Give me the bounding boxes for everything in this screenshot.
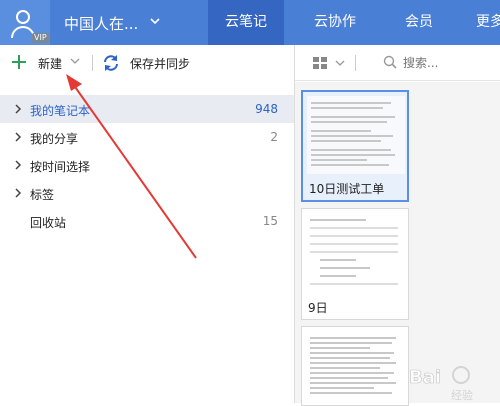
save-sync-button[interactable]: 保存并同步 xyxy=(130,55,190,72)
svg-text:Bai: Bai xyxy=(409,367,441,388)
note-card[interactable]: 10日测试工单 xyxy=(301,90,409,202)
chevron-right-icon[interactable] xyxy=(14,132,22,142)
sync-icon[interactable] xyxy=(102,54,120,72)
note-thumbnail xyxy=(306,331,404,405)
tab-cloud-collab[interactable]: 云协作 xyxy=(300,0,370,45)
new-button[interactable]: 新建 xyxy=(38,55,62,72)
tab-cloud-notes[interactable]: 云笔记 xyxy=(208,0,284,45)
note-card[interactable] xyxy=(301,326,409,406)
note-thumbnail xyxy=(306,213,404,293)
sidebar: 我的笔记本 948 我的分享 2 按时间选择 标签 回收站 15 xyxy=(0,81,294,403)
sidebar-item-trash[interactable]: 回收站 15 xyxy=(0,207,294,235)
note-title: 9日 xyxy=(308,301,328,315)
username[interactable]: 中国人在... xyxy=(64,13,138,34)
chevron-right-icon[interactable] xyxy=(14,160,22,170)
sidebar-item-label: 回收站 xyxy=(30,216,67,230)
notebook-count: 948 xyxy=(255,102,278,116)
vip-badge: VIP xyxy=(32,33,49,43)
sidebar-item-by-time[interactable]: 按时间选择 xyxy=(0,151,294,179)
search-icon[interactable] xyxy=(383,55,397,69)
chevron-right-icon[interactable] xyxy=(14,104,22,114)
avatar[interactable]: VIP xyxy=(0,0,50,45)
search-input[interactable] xyxy=(403,56,483,70)
sidebar-item-tags[interactable]: 标签 xyxy=(0,179,294,207)
sidebar-item-my-shares[interactable]: 我的分享 2 xyxy=(0,123,294,151)
sidebar-item-label: 我的笔记本 xyxy=(30,104,91,118)
toolbar-divider xyxy=(355,55,356,71)
tab-more[interactable]: 更多 xyxy=(470,0,500,45)
sidebar-item-my-notebooks[interactable]: 我的笔记本 948 xyxy=(0,95,294,123)
sidebar-item-label: 标签 xyxy=(30,188,55,202)
sidebar-item-label: 按时间选择 xyxy=(30,160,91,174)
notes-toolbar: 新建 保存并同步 xyxy=(0,45,294,81)
note-title: 10日测试工单 xyxy=(309,182,385,196)
chevron-down-icon[interactable] xyxy=(335,59,345,67)
trash-count: 15 xyxy=(262,214,278,228)
chevron-down-icon[interactable] xyxy=(150,16,160,26)
share-count: 2 xyxy=(270,130,278,144)
tab-membership[interactable]: 会员 xyxy=(394,0,444,45)
chevron-right-icon[interactable] xyxy=(14,188,22,198)
sidebar-item-label: 我的分享 xyxy=(30,132,79,146)
chevron-down-icon[interactable] xyxy=(70,57,80,65)
grid-view-icon[interactable] xyxy=(313,57,327,69)
plus-icon[interactable] xyxy=(12,55,26,69)
watermark-logo: Bai 经验 xyxy=(409,366,473,402)
svg-text:经验: 经验 xyxy=(451,388,473,402)
notes-list-toolbar xyxy=(295,45,500,81)
user-head-icon xyxy=(16,10,30,24)
toolbar-divider xyxy=(92,55,93,71)
note-thumbnail xyxy=(307,96,405,174)
top-bar: VIP 中国人在... 云笔记 云协作 会员 更多 xyxy=(0,0,500,45)
note-card[interactable]: 9日 xyxy=(301,208,409,320)
